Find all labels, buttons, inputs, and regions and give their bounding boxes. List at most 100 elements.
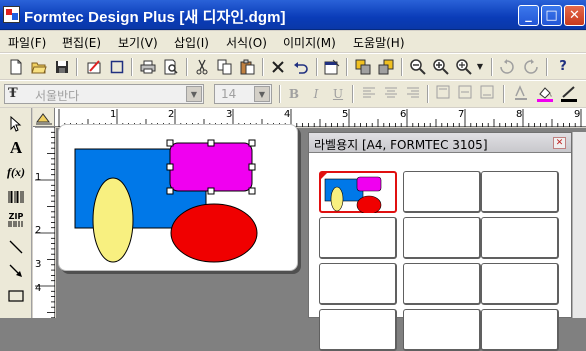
- label-cell[interactable]: [481, 171, 559, 213]
- zoom-out-icon[interactable]: [408, 57, 428, 76]
- maximize-button[interactable]: □: [541, 5, 562, 26]
- menu-view[interactable]: 보기(V): [118, 34, 158, 51]
- text-tool-icon[interactable]: A: [4, 137, 28, 159]
- ruler-number: 6: [400, 109, 407, 120]
- valign-middle-icon[interactable]: [456, 85, 474, 103]
- label-sheet-close-button[interactable]: ✕: [553, 137, 566, 149]
- title-bar[interactable]: Formtec Design Plus [새 디자인.dgm] _ □ ✕: [0, 0, 586, 30]
- label-cell[interactable]: [481, 263, 559, 305]
- zip-code-icon[interactable]: ZIP: [4, 209, 28, 231]
- chevron-down-icon[interactable]: ▼: [186, 86, 202, 102]
- app-window: Formtec Design Plus [새 디자인.dgm] _ □ ✕ 파일…: [0, 0, 586, 351]
- zoom-icon[interactable]: [454, 57, 474, 76]
- rotate-left-icon[interactable]: [497, 57, 517, 76]
- menu-image[interactable]: 이미지(M): [283, 34, 336, 51]
- ruler-number: 9: [574, 109, 581, 120]
- ruler-number: 2: [168, 109, 175, 120]
- rectangle-tool-icon[interactable]: [4, 285, 28, 307]
- label-cell[interactable]: [481, 309, 559, 351]
- app-icon[interactable]: [3, 6, 20, 23]
- red-ellipse-shape[interactable]: [170, 203, 258, 263]
- ruler-number: 2: [35, 225, 42, 236]
- chevron-down-icon[interactable]: ▼: [254, 86, 270, 102]
- standard-toolbar: ▼ ?: [0, 53, 586, 79]
- label-cell[interactable]: [403, 217, 481, 259]
- cut-icon[interactable]: [192, 57, 212, 76]
- yellow-ellipse-shape[interactable]: [92, 177, 134, 263]
- menu-help[interactable]: 도움말(H): [353, 34, 405, 51]
- text-color-icon[interactable]: [512, 85, 530, 103]
- barcode-icon[interactable]: [4, 186, 28, 208]
- menu-file[interactable]: 파일(F): [8, 34, 46, 51]
- label-design-page[interactable]: [58, 124, 298, 271]
- italic-button[interactable]: I: [307, 85, 325, 103]
- vertical-ruler: 1 2 3 4: [33, 127, 55, 318]
- label-cell[interactable]: [319, 309, 397, 351]
- arrow-tool-icon[interactable]: [4, 260, 28, 282]
- ungroup-icon[interactable]: [376, 57, 396, 76]
- label-cell-active[interactable]: [319, 171, 397, 213]
- ruler-number: 4: [284, 109, 291, 120]
- minimize-button[interactable]: _: [518, 5, 539, 26]
- ruler-number: 3: [226, 109, 233, 120]
- line-color-icon[interactable]: [560, 85, 578, 103]
- label-sheet-title: 라벨용지 [A4, FORMTEC 3105]: [314, 138, 488, 152]
- paste-icon[interactable]: [238, 57, 258, 76]
- bold-button[interactable]: B: [285, 85, 303, 103]
- menu-insert[interactable]: 삽입(I): [174, 34, 209, 51]
- label-cell[interactable]: [403, 171, 481, 213]
- font-type-icon: Ŧ: [8, 86, 18, 101]
- align-right-icon[interactable]: [404, 85, 422, 103]
- label-cell[interactable]: [319, 217, 397, 259]
- formula-icon[interactable]: f(x): [4, 161, 28, 183]
- font-size-select[interactable]: 14 ▼: [214, 84, 272, 104]
- zoom-in-icon[interactable]: [431, 57, 451, 76]
- rotate-right-icon[interactable]: [521, 57, 541, 76]
- zoom-dropdown-icon[interactable]: ▼: [474, 57, 486, 76]
- menu-edit[interactable]: 편집(E): [62, 34, 101, 51]
- edit-label-icon[interactable]: [84, 57, 104, 76]
- label-cell[interactable]: [319, 263, 397, 305]
- tool-palette: A f(x) ZIP: [0, 108, 32, 318]
- select-rect-icon[interactable]: [107, 57, 127, 76]
- magenta-rounded-rectangle-shape[interactable]: [169, 142, 253, 192]
- valign-top-icon[interactable]: [434, 85, 452, 103]
- fill-color-icon[interactable]: [536, 85, 554, 103]
- save-icon[interactable]: [52, 57, 72, 76]
- ruler-number: 3: [35, 259, 42, 270]
- label-sheet-window[interactable]: 라벨용지 [A4, FORMTEC 3105] ✕: [308, 132, 572, 351]
- window-title: Formtec Design Plus [새 디자인.dgm]: [24, 9, 286, 26]
- open-icon[interactable]: [29, 57, 49, 76]
- label-cell[interactable]: [403, 309, 481, 351]
- new-icon[interactable]: [6, 57, 26, 76]
- undo-icon[interactable]: [291, 57, 311, 76]
- vertical-scrollbar[interactable]: [572, 132, 586, 318]
- ruler-number: 7: [458, 109, 465, 120]
- font-name-select[interactable]: Ŧ 서울반다 ▼: [4, 84, 204, 104]
- label-cell[interactable]: [403, 263, 481, 305]
- help-icon[interactable]: ?: [553, 57, 573, 76]
- copy-icon[interactable]: [215, 57, 235, 76]
- label-cell[interactable]: [481, 217, 559, 259]
- ruler-number: 4: [35, 283, 42, 294]
- label-sheet-title-bar[interactable]: 라벨용지 [A4, FORMTEC 3105] ✕: [309, 133, 571, 153]
- ruler-number: 1: [35, 172, 42, 183]
- properties-icon[interactable]: [322, 57, 342, 76]
- valign-bottom-icon[interactable]: [478, 85, 496, 103]
- delete-icon[interactable]: [268, 57, 288, 76]
- print-preview-icon[interactable]: [161, 57, 181, 76]
- menu-bar: 파일(F) 편집(E) 보기(V) 삽입(I) 서식(O) 이미지(M) 도움말…: [0, 31, 586, 52]
- line-tool-icon[interactable]: [4, 236, 28, 258]
- font-name-value: 서울반다: [35, 89, 80, 103]
- pointer-icon[interactable]: [4, 113, 28, 135]
- group-icon[interactable]: [353, 57, 373, 76]
- menu-format[interactable]: 서식(O): [226, 34, 267, 51]
- align-center-icon[interactable]: [382, 85, 400, 103]
- ruler-number: 8: [516, 109, 523, 120]
- zip-label: ZIP: [8, 212, 24, 221]
- print-icon[interactable]: [138, 57, 158, 76]
- underline-button[interactable]: U: [329, 85, 347, 103]
- align-left-icon[interactable]: [360, 85, 378, 103]
- ruler-corner[interactable]: [33, 108, 55, 127]
- close-button[interactable]: ✕: [564, 5, 585, 26]
